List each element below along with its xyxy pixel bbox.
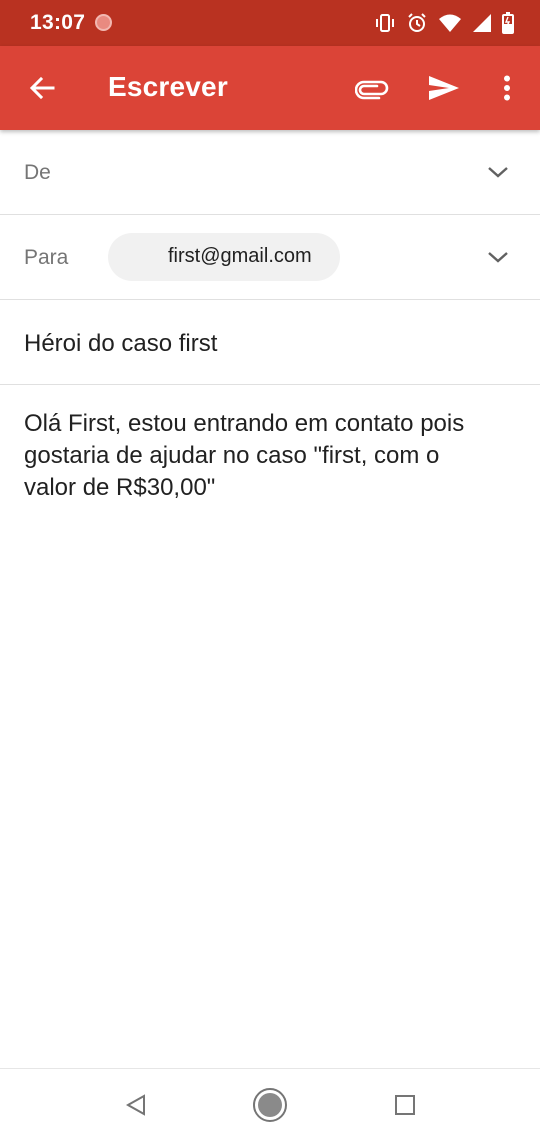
- navigation-bar: [0, 1068, 540, 1140]
- signal-icon: [472, 13, 492, 33]
- chevron-down-icon: [488, 167, 508, 178]
- battery-icon: [502, 12, 514, 34]
- more-options-button[interactable]: [492, 68, 522, 108]
- nav-home-button[interactable]: [250, 1085, 290, 1125]
- alarm-icon: [406, 12, 428, 34]
- back-button[interactable]: [22, 68, 62, 108]
- attach-icon: [355, 80, 389, 100]
- wifi-icon: [438, 13, 462, 33]
- app-bar: Escrever: [0, 46, 540, 130]
- page-title: Escrever: [108, 71, 228, 102]
- recipient-chip-label: first@gmail.com: [168, 245, 312, 267]
- back-arrow-icon: [29, 76, 55, 100]
- to-label: Para: [24, 246, 69, 269]
- recording-dot-icon: [95, 14, 112, 31]
- from-dropdown-button[interactable]: [484, 158, 512, 186]
- nav-recents-icon: [395, 1095, 415, 1115]
- send-icon: [429, 76, 459, 100]
- send-button[interactable]: [422, 68, 466, 108]
- from-row[interactable]: De: [0, 130, 540, 215]
- to-row[interactable]: Para first@gmail.com: [0, 215, 540, 300]
- subject-text: Héroi do caso first: [24, 330, 218, 357]
- vibrate-icon: [374, 12, 396, 34]
- nav-back-button[interactable]: [120, 1089, 152, 1121]
- subject-field[interactable]: Héroi do caso first: [0, 300, 540, 385]
- status-time: 13:07: [30, 11, 86, 34]
- attach-button[interactable]: [350, 70, 394, 110]
- nav-back-icon: [125, 1094, 145, 1116]
- status-bar: 13:07: [0, 0, 540, 46]
- to-dropdown-button[interactable]: [484, 243, 512, 271]
- from-label: De: [24, 161, 51, 184]
- more-vert-icon: [504, 75, 510, 101]
- nav-recents-button[interactable]: [390, 1089, 420, 1121]
- status-icons: [374, 10, 514, 36]
- chevron-down-icon: [488, 252, 508, 263]
- nav-home-icon: [253, 1088, 287, 1122]
- body-field[interactable]: Olá First, estou entrando em contato poi…: [24, 408, 494, 504]
